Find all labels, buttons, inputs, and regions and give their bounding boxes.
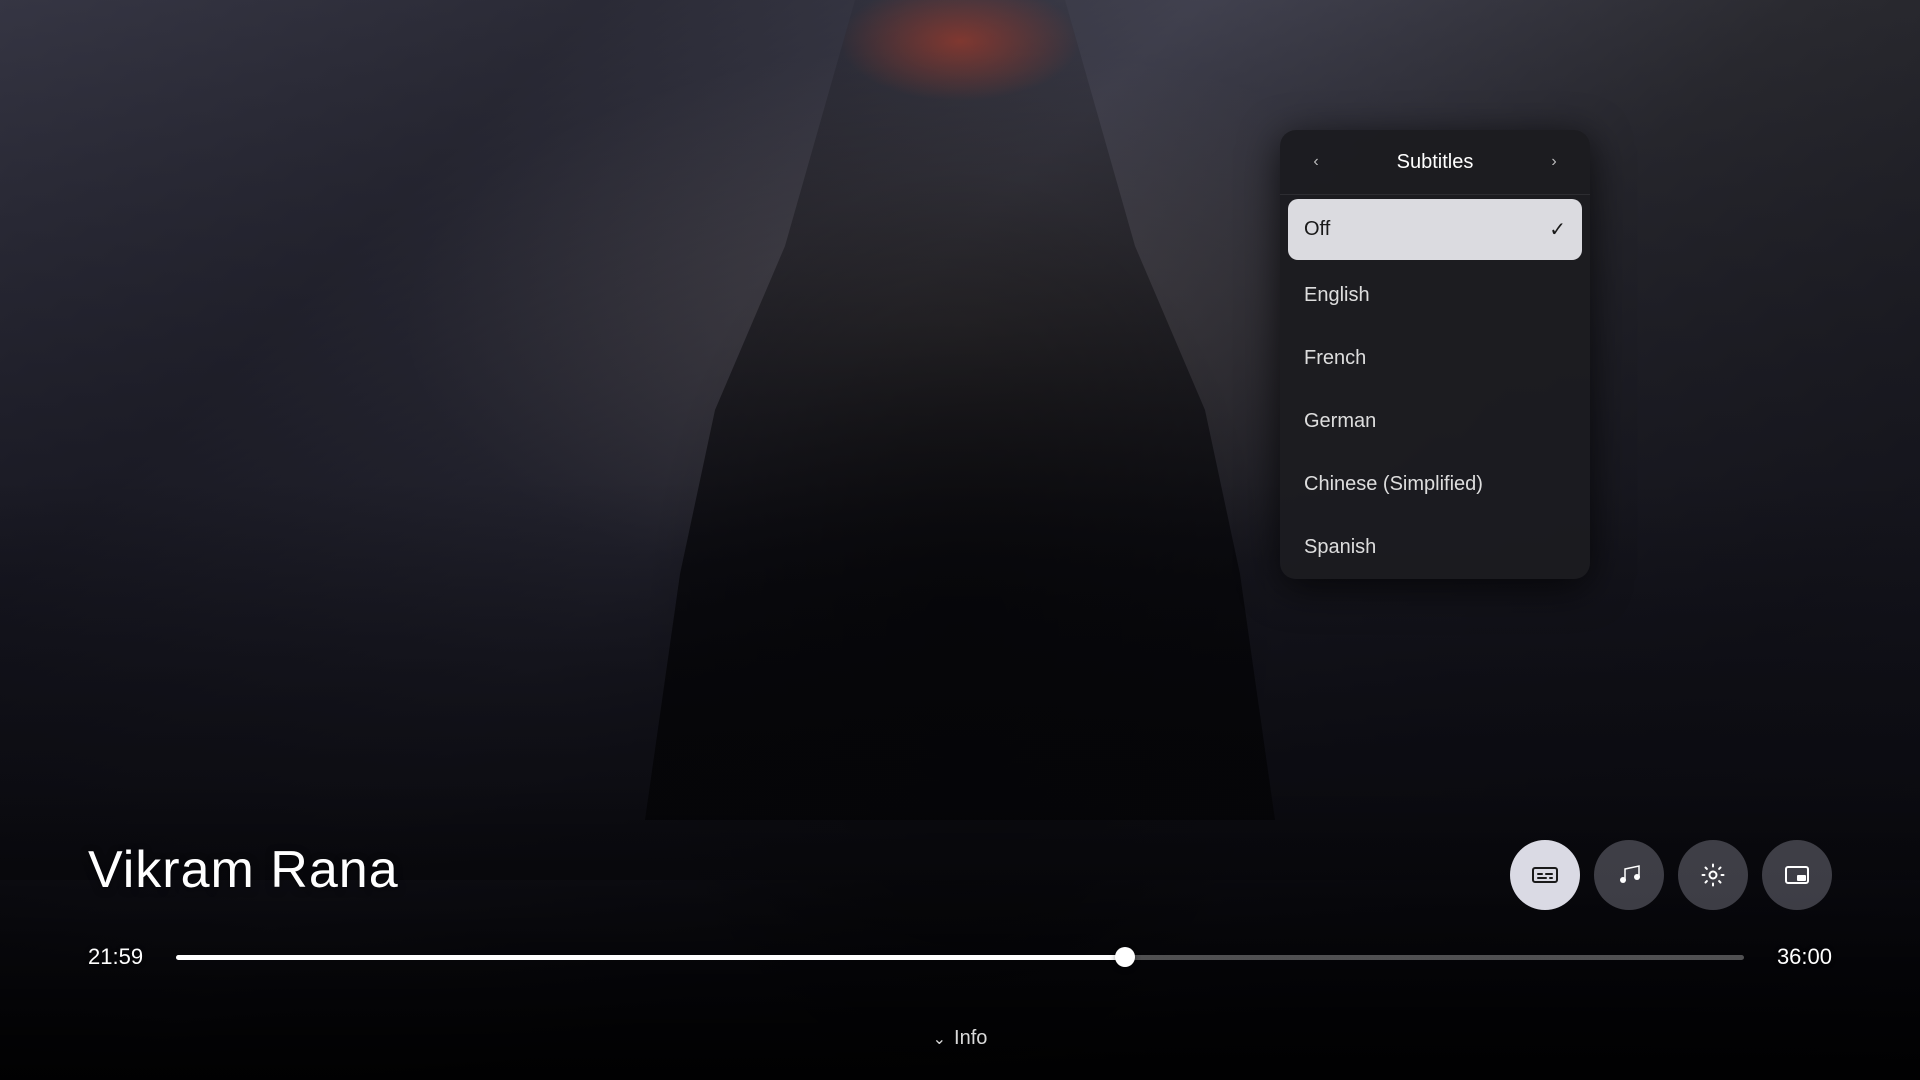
pip-icon [1784,862,1810,888]
progress-bar[interactable] [176,955,1744,960]
music-icon [1616,862,1642,888]
movie-title: Vikram Rana [88,840,399,900]
subtitle-option-french-label: French [1304,347,1366,370]
pip-button[interactable] [1762,840,1832,910]
audio-button[interactable] [1594,840,1664,910]
subtitle-option-english[interactable]: English [1280,264,1590,327]
subtitle-option-english-label: English [1304,284,1370,307]
subtitle-menu-title: Subtitles [1397,151,1474,174]
subtitle-next-arrow[interactable]: › [1540,148,1568,176]
cc-icon [1531,861,1559,889]
subtitle-option-chinese[interactable]: Chinese (Simplified) [1280,453,1590,516]
progress-thumb[interactable] [1115,947,1135,967]
subtitle-prev-arrow[interactable]: ‹ [1302,148,1330,176]
subtitle-option-german-label: German [1304,410,1376,433]
settings-button[interactable] [1678,840,1748,910]
progress-container: 21:59 36:00 [88,944,1832,970]
time-current: 21:59 [88,944,158,970]
subtitle-option-spanish-label: Spanish [1304,536,1376,559]
info-chevron-icon: ⌄ [933,1029,946,1049]
subtitle-header: ‹ Subtitles › [1280,130,1590,195]
player-controls [1510,840,1832,910]
subtitle-option-german[interactable]: German [1280,390,1590,453]
subtitle-option-off[interactable]: Off ✓ [1288,199,1582,260]
subtitle-option-chinese-label: Chinese (Simplified) [1304,473,1483,496]
progress-fill [176,955,1125,960]
settings-icon [1700,862,1726,888]
subtitle-option-french[interactable]: French [1280,327,1590,390]
info-bar[interactable]: ⌄ Info [933,1027,988,1050]
subtitles-button[interactable] [1510,840,1580,910]
subtitle-option-spanish[interactable]: Spanish [1280,516,1590,579]
subtitle-option-off-label: Off [1304,218,1330,241]
subtitle-menu: ‹ Subtitles › Off ✓ English French Germa… [1280,130,1590,579]
checkmark-icon: ✓ [1549,217,1566,242]
time-total: 36:00 [1762,944,1832,970]
info-label: Info [954,1027,987,1050]
